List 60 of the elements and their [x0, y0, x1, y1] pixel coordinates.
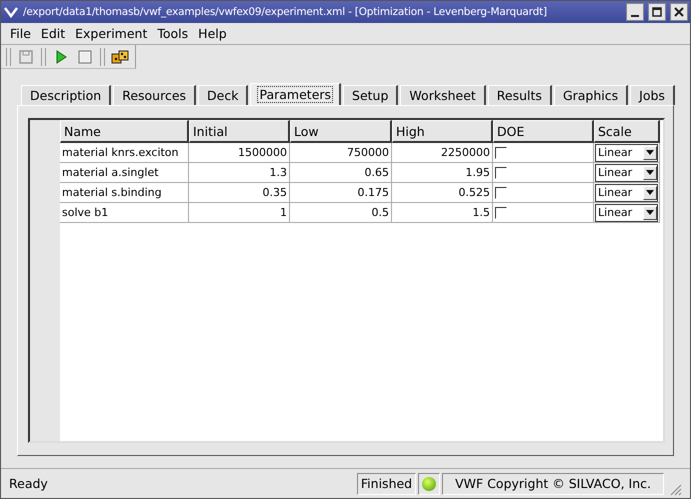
tab[interactable]: Setup: [343, 85, 398, 105]
tab[interactable]: Graphics: [554, 85, 628, 105]
close-button[interactable]: [670, 3, 688, 21]
caret-icon: [646, 170, 654, 175]
caret-icon: [646, 210, 654, 215]
column-header[interactable]: Low: [290, 120, 392, 143]
column-header[interactable]: Name: [60, 120, 189, 143]
tab[interactable]: Results: [488, 85, 552, 105]
caret-icon: [646, 190, 654, 195]
table-cell: 2250000: [392, 143, 493, 163]
table-cell: material a.singlet: [60, 163, 189, 183]
scale-dropdown[interactable]: Linear: [595, 144, 658, 162]
scale-dropdown[interactable]: Linear: [595, 184, 658, 202]
tab[interactable]: Deck: [198, 85, 248, 105]
caret-icon: [646, 150, 654, 155]
table-cell: 1.3: [189, 163, 290, 183]
menu-item[interactable]: Tools: [152, 26, 194, 41]
status-message: Ready: [9, 476, 49, 491]
table-cell: 1.95: [392, 163, 493, 183]
copyright-text: VWF Copyright © SILVACO, Inc.: [442, 472, 664, 494]
menu-item[interactable]: Edit: [36, 26, 70, 41]
doe-checkbox[interactable]: [495, 186, 507, 198]
tab[interactable]: Resources: [113, 85, 196, 105]
tab[interactable]: Description: [21, 85, 112, 105]
doe-checkbox[interactable]: [495, 206, 507, 218]
column-header[interactable]: DOE: [493, 120, 594, 143]
resize-grip-icon[interactable]: [668, 482, 682, 496]
close-icon: [674, 7, 684, 17]
doe-checkbox[interactable]: [495, 166, 507, 178]
table-cell: material knrs.exciton: [60, 143, 189, 163]
menu-item[interactable]: Help: [193, 26, 232, 41]
minimize-icon: [631, 15, 639, 17]
maximize-button[interactable]: [648, 3, 666, 21]
table-cell: 0.5: [290, 203, 392, 223]
minimize-button[interactable]: [626, 3, 644, 21]
tab[interactable]: Parameters: [250, 83, 342, 105]
table-cell: 1500000: [189, 143, 290, 163]
doe-checkbox[interactable]: [495, 146, 507, 158]
table-cell: 1: [189, 203, 290, 223]
table-cell: 0.175: [290, 183, 392, 203]
menu-item[interactable]: Experiment: [70, 26, 152, 41]
tab[interactable]: Worksheet: [400, 85, 486, 105]
table-cell: 750000: [290, 143, 392, 163]
column-header[interactable]: Scale: [594, 120, 660, 143]
status-state: Finished: [356, 472, 416, 494]
scale-dropdown[interactable]: Linear: [595, 204, 658, 222]
menu-item[interactable]: File: [5, 26, 36, 41]
window-title: /export/data1/thomasb/vwf_examples/vwfex09/experiment.xml - [Optimization - Levenberg-Marquardt]: [23, 6, 548, 18]
table-cell: material s.binding: [60, 183, 189, 203]
table-cell: solve b1: [60, 203, 189, 223]
table-cell: 0.525: [392, 183, 493, 203]
scale-dropdown[interactable]: Linear: [595, 164, 658, 182]
menu-caret-icon[interactable]: [3, 5, 19, 19]
maximize-icon: [652, 7, 662, 17]
table-cell: 0.35: [189, 183, 290, 203]
tab[interactable]: Jobs: [630, 85, 675, 105]
column-header[interactable]: High: [392, 120, 493, 143]
table-cell: 0.65: [290, 163, 392, 183]
column-header[interactable]: Initial: [189, 120, 290, 143]
table-cell: 1.5: [392, 203, 493, 223]
